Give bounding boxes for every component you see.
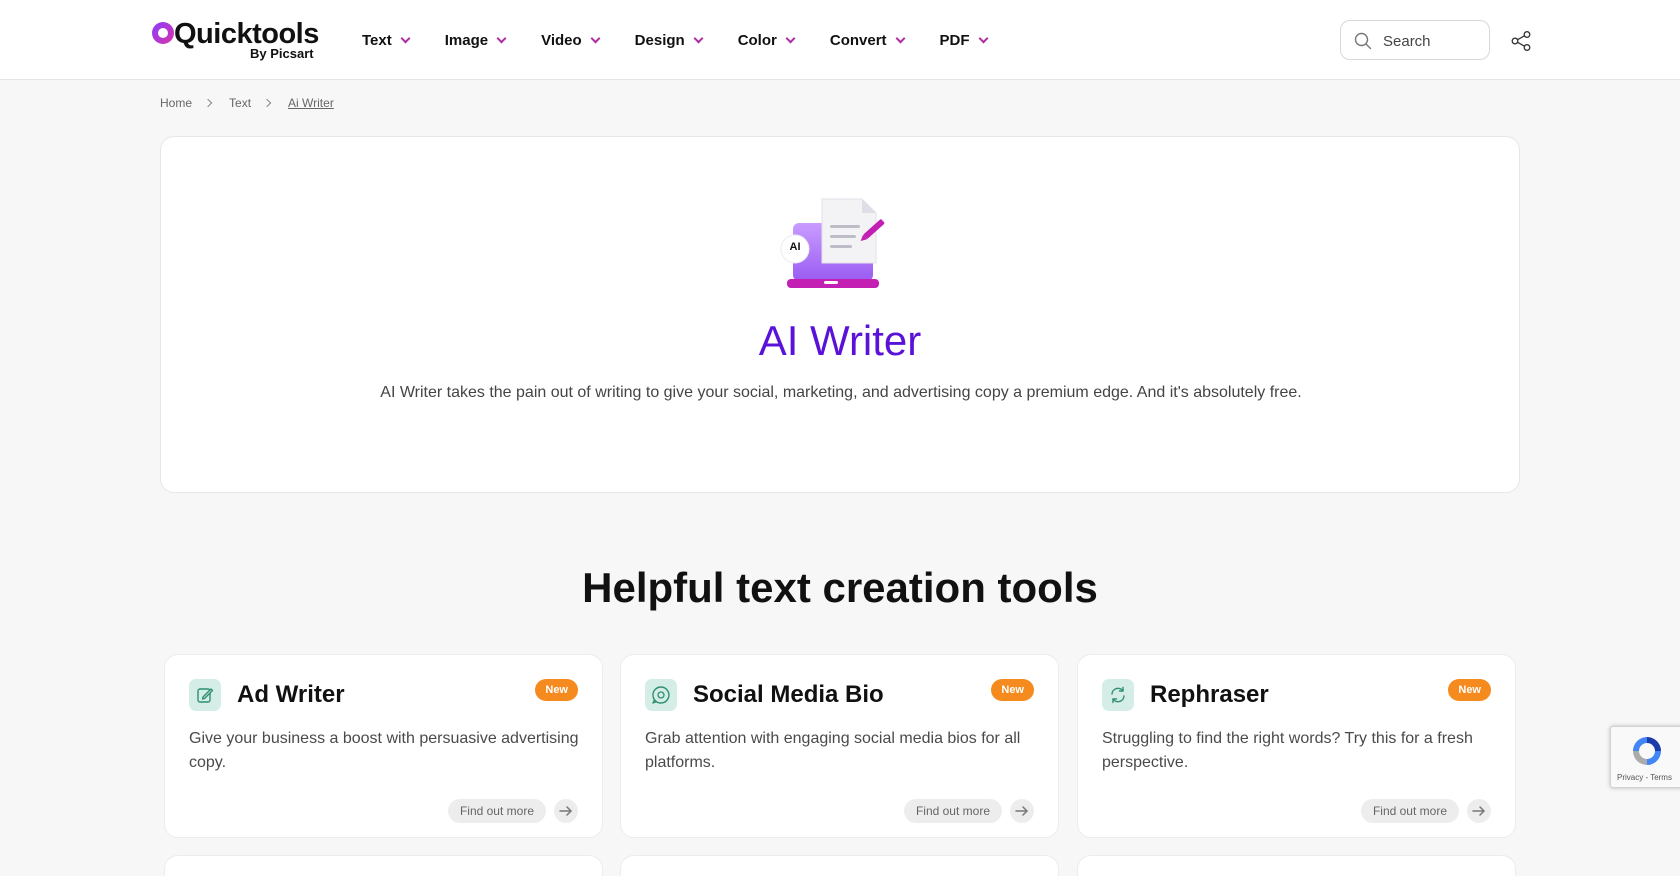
- chevron-down-icon: [895, 33, 905, 43]
- tool-description: Struggling to find the right words? Try …: [1102, 730, 1473, 771]
- tool-icon-box: [189, 679, 221, 711]
- nav-color[interactable]: Color: [737, 28, 796, 52]
- tool-card-partial[interactable]: [1077, 855, 1516, 876]
- search-input[interactable]: [1383, 30, 1483, 52]
- arrow-right-icon[interactable]: [554, 799, 578, 823]
- tool-title: Rephraser: [1150, 681, 1269, 708]
- breadcrumb: Home Text Ai Writer: [160, 96, 334, 110]
- section-title: Helpful text creation tools: [582, 564, 1098, 611]
- page-title: AI Writer: [758, 317, 922, 364]
- new-badge: New: [535, 679, 578, 701]
- tool-title: Social Media Bio: [693, 681, 884, 708]
- nav-label: Design: [634, 31, 685, 49]
- tool-card-rephraser[interactable]: Rephraser New Struggling to find the rig…: [1077, 654, 1516, 838]
- find-out-more-button[interactable]: Find out more: [1360, 799, 1459, 823]
- chevron-down-icon: [496, 33, 507, 43]
- recaptcha-links[interactable]: Privacy - Terms: [1617, 773, 1672, 782]
- chevron-right-icon: [262, 98, 272, 108]
- logo-subtitle: By Picsart: [250, 46, 314, 61]
- chevron-down-icon: [785, 33, 796, 43]
- ai-badge: AI: [789, 241, 801, 253]
- chevron-right-icon: [203, 98, 213, 108]
- breadcrumb-current[interactable]: Ai Writer: [288, 96, 334, 110]
- chevron-down-icon: [978, 33, 988, 43]
- tool-title: Ad Writer: [237, 681, 345, 708]
- new-badge: New: [1448, 679, 1491, 701]
- nav-label: PDF: [939, 31, 970, 49]
- nav-label: Color: [737, 31, 777, 49]
- new-badge: New: [991, 679, 1034, 701]
- tool-card-social-media-bio[interactable]: Social Media Bio New Grab attention with…: [620, 654, 1059, 838]
- tool-description: Give your business a boost with persuasi…: [189, 730, 579, 771]
- tool-card-ad-writer[interactable]: Ad Writer New Give your business a boost…: [164, 654, 603, 838]
- nav-label: Convert: [829, 31, 887, 49]
- chevron-down-icon: [590, 33, 601, 43]
- search-icon: [1354, 32, 1372, 50]
- arrow-right-icon[interactable]: [1010, 799, 1034, 823]
- breadcrumb-home[interactable]: Home: [160, 96, 192, 110]
- hero-card: AI AI Writer AI Writer takes the pain ou…: [160, 136, 1520, 493]
- recaptcha-icon: [1633, 737, 1661, 765]
- tool-description: Grab attention with engaging social medi…: [645, 730, 1021, 771]
- refresh-icon: [1111, 686, 1125, 704]
- tool-card-partial[interactable]: [620, 855, 1059, 876]
- tool-icon-box: [1102, 679, 1134, 711]
- tool-card-partial[interactable]: [164, 855, 603, 876]
- edit-icon: [197, 688, 214, 703]
- social-bio-icon: [652, 686, 670, 704]
- find-out-more-button[interactable]: Find out more: [447, 799, 546, 823]
- search-box[interactable]: [1340, 20, 1490, 60]
- arrow-right-icon[interactable]: [1467, 799, 1491, 823]
- main-nav: Text Image Video Design Color Convert PD…: [362, 28, 1023, 52]
- nav-pdf[interactable]: PDF: [939, 28, 988, 52]
- nav-image[interactable]: Image: [444, 28, 507, 52]
- nav-video[interactable]: Video: [541, 28, 601, 52]
- nav-convert[interactable]: Convert: [829, 28, 905, 52]
- nav-text[interactable]: Text: [362, 28, 411, 52]
- page-description: AI Writer takes the pain out of writing …: [380, 384, 1302, 401]
- breadcrumb-text[interactable]: Text: [229, 96, 251, 110]
- recaptcha-badge[interactable]: Privacy - Terms: [1610, 726, 1680, 788]
- site-header: Quicktools By Picsart Text Image Video D…: [0, 0, 1680, 80]
- tool-icon-box: [645, 679, 677, 711]
- find-out-more-button[interactable]: Find out more: [903, 799, 1002, 823]
- share-icon[interactable]: [1510, 30, 1532, 52]
- nav-label: Video: [541, 31, 582, 49]
- chevron-down-icon: [693, 33, 704, 43]
- logo-mark-icon: [152, 22, 174, 44]
- quicktools-logo[interactable]: Quicktools By Picsart: [152, 18, 319, 62]
- nav-label: Text: [362, 31, 392, 49]
- chevron-down-icon: [400, 33, 411, 43]
- nav-label: Image: [444, 31, 489, 49]
- nav-design[interactable]: Design: [634, 28, 704, 52]
